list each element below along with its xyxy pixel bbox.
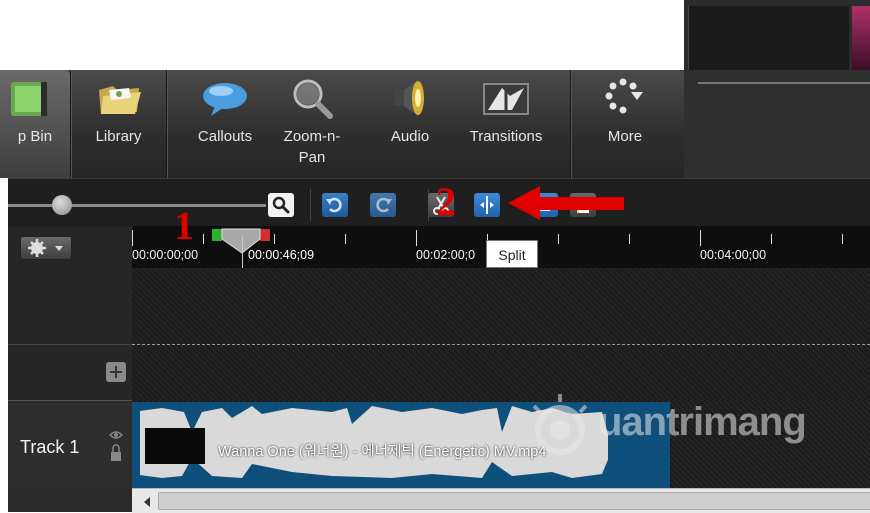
preview-canvas xyxy=(8,6,684,70)
tab-label: Zoom-n-Pan xyxy=(283,128,341,166)
scroll-left-icon xyxy=(144,497,150,507)
track-drop-line xyxy=(132,344,870,345)
annotation-step-2: 2 xyxy=(436,179,456,224)
time-label-4min: 00:04:00;00 xyxy=(700,248,767,262)
undo-button[interactable] xyxy=(322,193,348,217)
timeline-settings-button[interactable] xyxy=(20,236,72,260)
folder-icon xyxy=(95,76,143,120)
zoom-slider-track[interactable] xyxy=(8,204,266,207)
header-footer xyxy=(8,488,132,512)
preview-panel xyxy=(684,0,870,70)
watermark-logo: uantrimang xyxy=(520,386,840,466)
empty-track-area[interactable] xyxy=(132,268,870,400)
header-separator xyxy=(8,344,132,345)
redo-icon xyxy=(376,197,392,213)
plus-icon xyxy=(110,366,122,378)
ribbon-right-panel xyxy=(684,70,870,178)
chevron-down-icon xyxy=(55,246,63,251)
clip-thumbnail xyxy=(145,428,205,464)
zoom-magnifier-icon xyxy=(272,196,290,214)
tab-label: Transitions xyxy=(469,128,543,145)
tab-label: More xyxy=(607,128,643,145)
film-strip-icon xyxy=(11,76,59,120)
split-button[interactable] xyxy=(474,193,500,217)
speaker-icon xyxy=(386,76,434,120)
tab-label: Audio xyxy=(390,128,430,145)
add-track-button[interactable] xyxy=(106,362,126,382)
tab-zoom-n-pan[interactable]: Zoom-n-Pan xyxy=(270,70,354,178)
tab-audio[interactable]: Audio xyxy=(372,70,448,178)
lock-icon xyxy=(111,444,121,461)
split-icon xyxy=(480,196,494,214)
tab-transitions[interactable]: Transitions xyxy=(456,70,556,178)
scrollbar-thumb[interactable] xyxy=(158,492,870,510)
track-name: Track 1 xyxy=(20,437,80,457)
redo-button[interactable] xyxy=(370,193,396,217)
tab-more[interactable]: More xyxy=(582,70,668,178)
tab-label: Library xyxy=(95,128,142,145)
speech-bubble-icon xyxy=(201,76,249,120)
watermark-text: uantrimang xyxy=(598,400,807,444)
annotation-step-1: 1 xyxy=(174,203,194,248)
watermark-bulb-icon xyxy=(532,394,588,455)
split-tooltip: Split xyxy=(486,240,538,268)
tab-callouts[interactable]: Callouts xyxy=(184,70,266,178)
tab-clip-bin[interactable]: p Bin xyxy=(0,70,70,178)
zoom-slider-handle[interactable] xyxy=(51,195,72,215)
undo-icon xyxy=(326,197,342,213)
zoom-magnifier-button[interactable] xyxy=(268,193,294,217)
time-label-start: 00:00:00;00 xyxy=(132,248,199,262)
tab-label: Callouts xyxy=(197,128,253,145)
tab-label: p Bin xyxy=(17,128,53,145)
tab-library[interactable]: Library xyxy=(71,70,166,178)
annotation-arrow-icon xyxy=(508,186,624,220)
gear-icon xyxy=(28,239,46,257)
eye-icon xyxy=(108,431,124,439)
dots-circle-icon xyxy=(601,76,649,120)
clip-name: Wanna One (워너원) - 에너제틱 (Energetic) MV.mp… xyxy=(218,444,547,460)
ribbon-toolbar: p Bin Library Callouts Zoom-n-Pan Audio … xyxy=(0,70,870,178)
transition-icon xyxy=(482,76,530,120)
time-label-2min: 00:02:00;0 xyxy=(416,248,476,262)
magnifier-icon xyxy=(288,76,336,120)
